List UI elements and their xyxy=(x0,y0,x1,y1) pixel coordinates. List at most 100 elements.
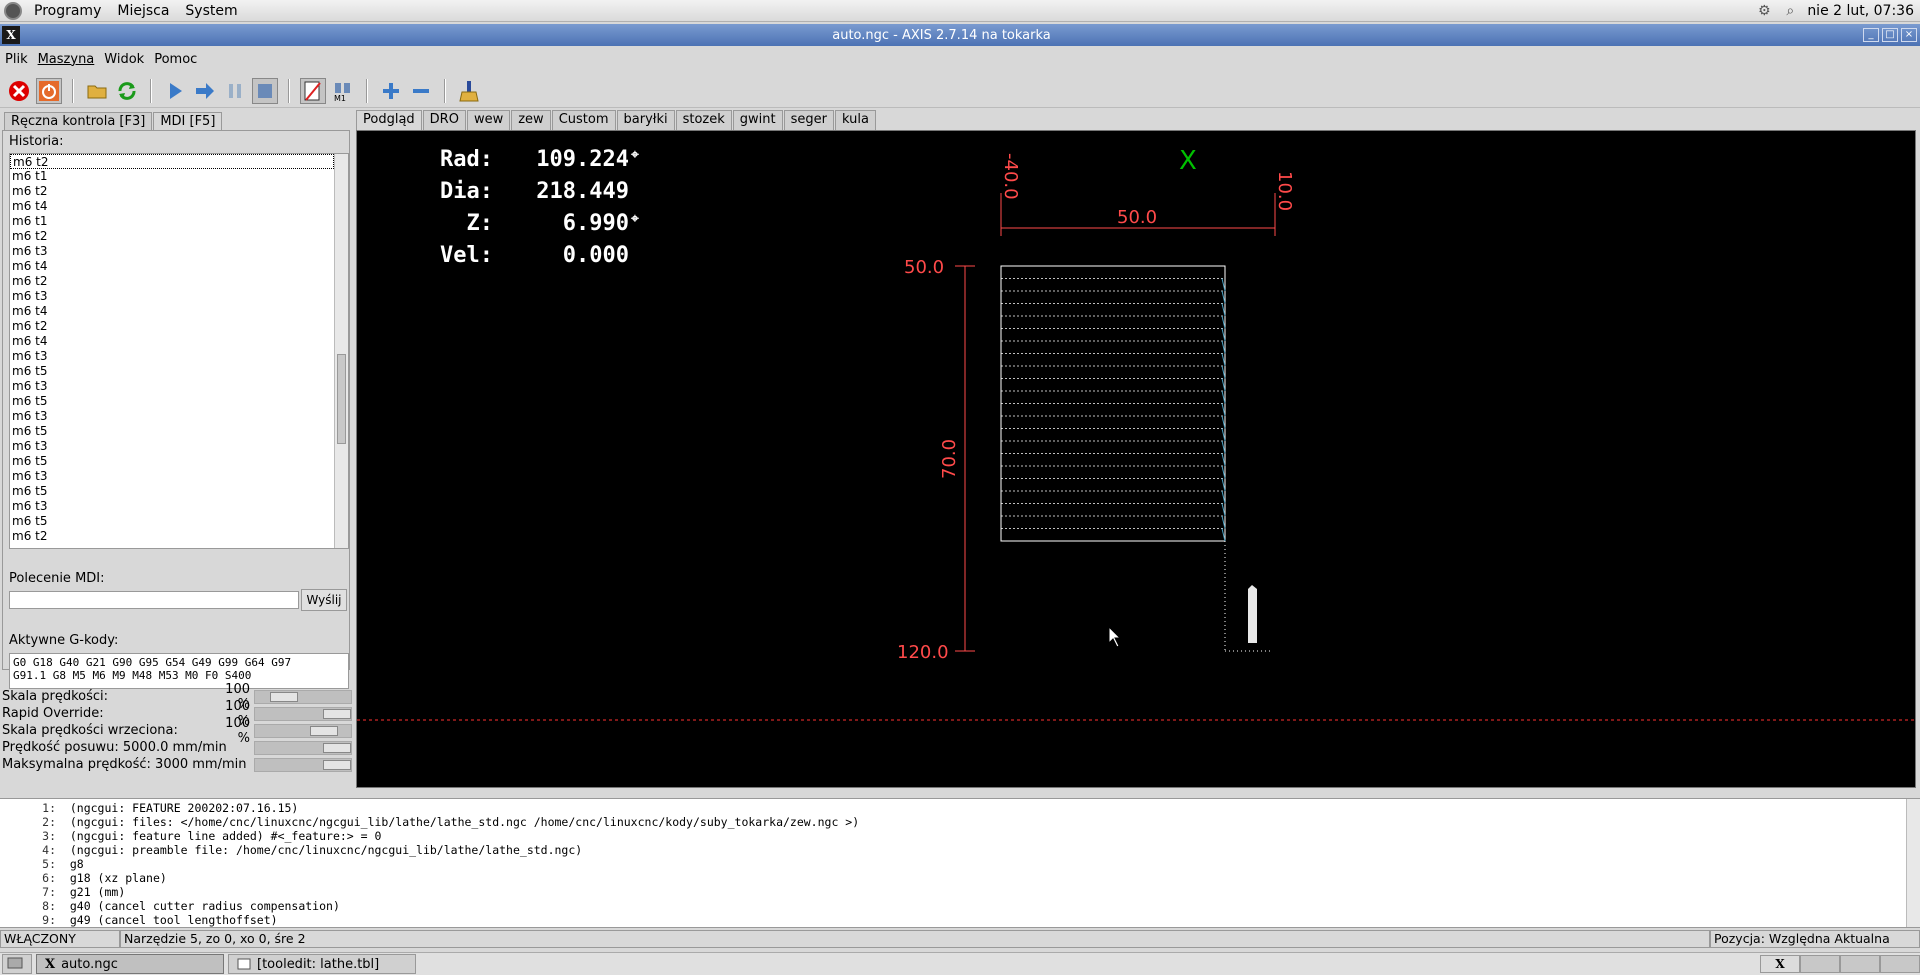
gcode-line[interactable]: 5: g8 xyxy=(0,857,1920,871)
pause-button[interactable] xyxy=(222,78,248,104)
history-item[interactable]: m6 t5 xyxy=(10,424,334,439)
history-item[interactable]: m6 t3 xyxy=(10,499,334,514)
history-scrollbar[interactable] xyxy=(334,154,348,548)
mdi-send-button[interactable]: Wyślij xyxy=(301,589,347,611)
history-item[interactable]: m6 t4 xyxy=(10,259,334,274)
history-item[interactable]: m6 t3 xyxy=(10,349,334,364)
clear-backplot-button[interactable] xyxy=(456,78,482,104)
history-item[interactable]: m6 t2 xyxy=(10,274,334,289)
tab-dro[interactable]: DRO xyxy=(422,110,466,130)
history-listbox[interactable]: m6 t2 m6 t1 m6 t2 m6 t4 m6 t1 m6 t2 m6 t3 m6 t4… xyxy=(9,153,349,549)
menu-view[interactable]: Widok xyxy=(99,52,149,67)
search-icon[interactable]: ⌕ xyxy=(1781,2,1799,20)
step-button[interactable] xyxy=(192,78,218,104)
history-item[interactable]: m6 t2 xyxy=(10,154,334,169)
reload-button[interactable] xyxy=(114,78,140,104)
stop-button[interactable] xyxy=(252,77,278,104)
history-item[interactable]: m6 t4 xyxy=(10,304,334,319)
history-item[interactable]: m6 t1 xyxy=(10,169,334,184)
slider-knob[interactable] xyxy=(309,725,338,736)
gcode-line[interactable]: 9: g49 (cancel tool lengthoffset) xyxy=(0,913,1920,927)
run-button[interactable] xyxy=(162,78,188,104)
history-item[interactable]: m6 t3 xyxy=(10,244,334,259)
optional-stop-button[interactable]: M1 xyxy=(330,78,356,104)
slider-knob[interactable] xyxy=(270,691,299,702)
spindle-override-slider[interactable] xyxy=(254,723,352,738)
tab-custom[interactable]: Custom xyxy=(551,110,616,130)
history-item[interactable]: m6 t5 xyxy=(10,484,334,499)
history-item[interactable]: m6 t4 xyxy=(10,199,334,214)
tab-mdi[interactable]: MDI [F5] xyxy=(153,112,223,130)
menu-machine[interactable]: Maszyna xyxy=(33,52,100,67)
slider-knob[interactable] xyxy=(323,742,351,753)
toolpath-preview[interactable]: Rad: 109.224 ⌖ Dia: 218.449 Z: 6.990 ⌖ V… xyxy=(356,130,1916,788)
tab-zew[interactable]: zew xyxy=(511,110,551,130)
slider-knob[interactable] xyxy=(323,759,351,770)
history-item[interactable]: m6 t1 xyxy=(10,214,334,229)
zoom-in-button[interactable] xyxy=(378,78,404,104)
history-item[interactable]: m6 t5 xyxy=(10,454,334,469)
minimize-button[interactable]: _ xyxy=(1863,28,1879,42)
x-window-icon[interactable]: X xyxy=(2,26,20,44)
rapid-override-slider[interactable] xyxy=(254,706,352,721)
feed-override-slider[interactable] xyxy=(254,689,352,704)
workspace-4[interactable] xyxy=(1880,955,1920,973)
gcode-line[interactable]: 8: g40 (cancel cutter radius compensatio… xyxy=(0,899,1920,913)
tab-wew[interactable]: wew xyxy=(466,110,511,130)
history-scrollbar-thumb[interactable] xyxy=(337,354,346,444)
mdi-command-input[interactable] xyxy=(9,591,299,609)
task-auto-ngc[interactable]: X auto.ngc xyxy=(36,954,224,974)
history-item[interactable]: m6 t5 xyxy=(10,514,334,529)
gcode-scrollbar[interactable] xyxy=(1906,799,1920,927)
tab-barylki[interactable]: baryłki xyxy=(616,110,675,130)
gear-icon[interactable]: ⚙ xyxy=(1755,2,1773,20)
history-item[interactable]: m6 t3 xyxy=(10,469,334,484)
history-item[interactable]: m6 t3 xyxy=(10,379,334,394)
jog-speed-slider[interactable] xyxy=(254,740,352,755)
workspace-1[interactable]: X xyxy=(1760,955,1800,973)
gcode-line[interactable]: 2: (ngcgui: files: </home/cnc/linuxcnc/n… xyxy=(0,815,1920,829)
history-item[interactable]: m6 t5 xyxy=(10,364,334,379)
tab-gwint[interactable]: gwint xyxy=(732,110,783,130)
gcode-line[interactable]: 6: g18 (xz plane) xyxy=(0,871,1920,885)
show-desktop-button[interactable] xyxy=(2,954,32,974)
maximize-button[interactable]: □ xyxy=(1882,28,1898,42)
task-tooledit[interactable]: [tooledit: lathe.tbl] xyxy=(228,954,416,974)
history-item[interactable]: m6 t3 xyxy=(10,409,334,424)
window-titlebar[interactable]: X auto.ngc - AXIS 2.7.14 na tokarka _ □ … xyxy=(0,24,1920,46)
distro-logo-icon[interactable] xyxy=(4,1,22,20)
panel-menu-programs[interactable]: Programy xyxy=(26,3,109,19)
block-delete-button[interactable] xyxy=(300,77,326,104)
max-velocity-slider[interactable] xyxy=(254,757,352,772)
history-item[interactable]: m6 t4 xyxy=(10,334,334,349)
close-window-button[interactable]: × xyxy=(1901,28,1917,42)
history-item[interactable]: m6 t2 xyxy=(10,319,334,334)
tab-stozek[interactable]: stozek xyxy=(675,110,732,130)
machine-power-button[interactable] xyxy=(36,77,62,104)
gcode-line[interactable]: 1: (ngcgui: FEATURE 200202:07.16.15) xyxy=(0,801,1920,815)
open-file-button[interactable] xyxy=(84,78,110,104)
panel-menu-places[interactable]: Miejsca xyxy=(109,3,177,19)
history-item[interactable]: m6 t2 xyxy=(10,184,334,199)
workspace-3[interactable] xyxy=(1840,955,1880,973)
history-item[interactable]: m6 t5 xyxy=(10,394,334,409)
gcode-line[interactable]: 3: (ngcgui: feature line added) #<_featu… xyxy=(0,829,1920,843)
panel-menu-system[interactable]: System xyxy=(177,3,245,19)
slider-knob[interactable] xyxy=(323,708,351,719)
history-item[interactable]: m6 t3 xyxy=(10,289,334,304)
tab-manual-control[interactable]: Ręczna kontrola [F3] xyxy=(4,112,153,130)
history-item[interactable]: m6 t3 xyxy=(10,439,334,454)
tab-seger[interactable]: seger xyxy=(783,110,834,130)
menu-help[interactable]: Pomoc xyxy=(149,52,202,67)
history-item[interactable]: m6 t2 xyxy=(10,229,334,244)
tab-preview[interactable]: Podgląd xyxy=(356,110,422,130)
menu-file[interactable]: Plik xyxy=(0,52,33,67)
gcode-line[interactable]: 7: g21 (mm) xyxy=(0,885,1920,899)
gcode-line[interactable]: 4: (ngcgui: preamble file: /home/cnc/lin… xyxy=(0,843,1920,857)
history-item[interactable]: m6 t2 xyxy=(10,529,334,544)
gcode-listing[interactable]: 1: (ngcgui: FEATURE 200202:07.16.15) 2: (… xyxy=(0,798,1920,928)
zoom-out-button[interactable] xyxy=(408,78,434,104)
estop-button[interactable] xyxy=(6,78,32,104)
panel-clock[interactable]: nie 2 lut, 07:36 xyxy=(1807,3,1914,19)
workspace-2[interactable] xyxy=(1800,955,1840,973)
